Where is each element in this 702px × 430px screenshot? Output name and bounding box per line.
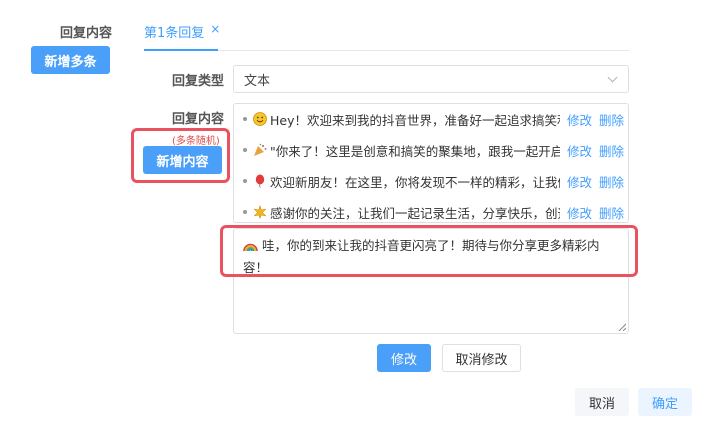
balloon-icon — [253, 174, 267, 188]
edit-link[interactable]: 修改 — [567, 141, 592, 160]
list-item: 欢迎新朋友！在这里，你将发现不一样的精彩，让我们一起分享吧！ 修改 删除 — [234, 171, 628, 191]
tab-reply-1[interactable]: 第1条回复 × — [144, 22, 220, 52]
cancel-button[interactable]: 取消 — [575, 388, 629, 416]
delete-link[interactable]: 删除 — [599, 172, 624, 191]
tab-reply-1-label: 第1条回复 — [144, 26, 205, 41]
reply-type-label: 回复类型 — [172, 74, 225, 89]
list-item-text: 感谢你的关注，让我们一起记录生活，分享快乐，创造美好回忆！ — [270, 205, 560, 221]
list-item-text: "你来了！这里是创意和搞笑的聚集地，跟我一起开启欢乐之旅吧！ — [270, 143, 560, 159]
list-item: "你来了！这里是创意和搞笑的聚集地，跟我一起开启欢乐之旅吧！ 修改 删除 — [234, 140, 628, 160]
reply-type-select[interactable]: 文本 — [233, 65, 629, 93]
random-note: (多条随机) — [172, 136, 220, 147]
delete-link[interactable]: 删除 — [599, 110, 624, 129]
delete-link[interactable]: 删除 — [599, 141, 624, 160]
bullet — [243, 210, 247, 214]
left-reply-content-label: 回复内容 — [60, 26, 113, 41]
chevron-down-icon — [607, 72, 618, 83]
reply-content-label: 回复内容 — [172, 112, 225, 127]
resize-handle-icon[interactable] — [618, 323, 626, 331]
sparkle-icon — [253, 205, 267, 219]
edit-link[interactable]: 修改 — [567, 172, 592, 191]
add-content-button[interactable]: 新增内容 — [143, 146, 222, 174]
delete-link[interactable]: 删除 — [599, 203, 624, 222]
cancel-edit-button[interactable]: 取消修改 — [442, 344, 521, 372]
active-tab-indicator — [144, 49, 218, 51]
bullet — [243, 148, 247, 152]
bullet — [243, 179, 247, 183]
party-popper-icon — [253, 143, 267, 157]
edit-link[interactable]: 修改 — [567, 203, 592, 222]
edit-link[interactable]: 修改 — [567, 110, 592, 129]
reply-type-value: 文本 — [244, 73, 271, 89]
smile-emoji-icon — [253, 112, 267, 126]
list-item-text: 欢迎新朋友！在这里，你将发现不一样的精彩，让我们一起分享吧！ — [270, 174, 560, 190]
confirm-edit-button[interactable]: 修改 — [377, 344, 431, 372]
list-item: Hey！欢迎来到我的抖音世界，准备好一起追求搞笑和快乐吧！ 修改 删除 — [234, 109, 628, 129]
list-item-text: Hey！欢迎来到我的抖音世界，准备好一起追求搞笑和快乐吧！ — [270, 112, 560, 128]
ok-button[interactable]: 确定 — [638, 388, 692, 416]
editing-text-highlight — [220, 225, 638, 277]
add-multiple-button[interactable]: 新增多条 — [31, 46, 110, 74]
list-item: 感谢你的关注，让我们一起记录生活，分享快乐，创造美好回忆！ 修改 删除 — [234, 202, 628, 222]
reply-content-list: Hey！欢迎来到我的抖音世界，准备好一起追求搞笑和快乐吧！ 修改 删除 "你来了… — [233, 103, 629, 223]
bullet — [243, 117, 247, 121]
close-icon[interactable]: × — [210, 22, 220, 36]
